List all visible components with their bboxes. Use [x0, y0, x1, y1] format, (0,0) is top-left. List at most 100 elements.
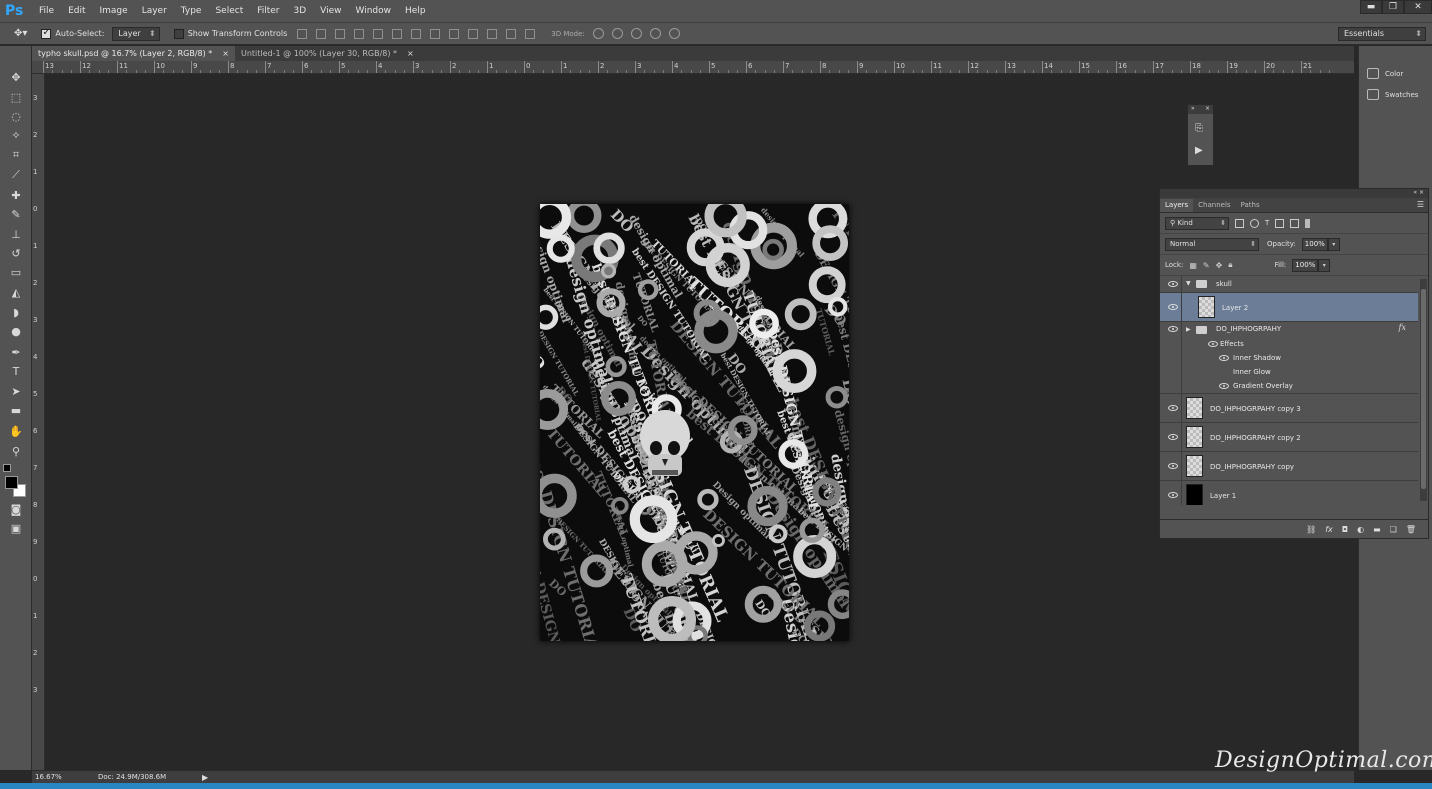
history-icon[interactable]: ⎘ — [1195, 123, 1203, 134]
filter-kind-dropdown[interactable]: ⚲ Kind — [1165, 216, 1229, 230]
play-action-icon[interactable]: ▶ — [1195, 145, 1203, 156]
menu-type[interactable]: Type — [174, 6, 209, 16]
color-panel-button[interactable]: Color — [1367, 68, 1403, 79]
expand-triangle-icon[interactable]: ▼ — [1186, 280, 1191, 287]
visibility-eye-icon[interactable] — [1168, 405, 1178, 411]
effect-inner-glow-row[interactable]: Inner Glow — [1160, 365, 1418, 379]
menu-edit[interactable]: Edit — [61, 6, 92, 16]
fx-badge[interactable]: fx — [1399, 323, 1406, 332]
visibility-eye-icon[interactable] — [1168, 492, 1178, 498]
menu-file[interactable]: File — [32, 6, 61, 16]
quick-selection-tool-icon[interactable]: ✧ — [7, 128, 25, 144]
distribute-hcenter-icon[interactable] — [487, 28, 498, 39]
auto-select-check-icon[interactable] — [41, 27, 52, 39]
dodge-tool-icon[interactable]: ● — [7, 324, 25, 340]
opacity-arrow-icon[interactable]: ▾ — [1327, 237, 1340, 251]
marquee-tool-icon[interactable]: ⬚ — [7, 90, 25, 106]
layer-row-do-copy-3[interactable]: DO_IHPHOGRPAHY copy 3 — [1160, 394, 1418, 423]
eyedropper-tool-icon[interactable]: ⟋ — [7, 167, 25, 183]
layer-row-skull[interactable]: ▼ skull — [1160, 275, 1418, 293]
restore-button[interactable]: ❐ — [1382, 0, 1404, 14]
menu-help[interactable]: Help — [398, 6, 433, 16]
path-selection-tool-icon[interactable]: ➤ — [7, 384, 25, 400]
swatches-panel-button[interactable]: Swatches — [1367, 89, 1418, 100]
show-transform-check-icon[interactable] — [173, 28, 184, 39]
menu-3d[interactable]: 3D — [287, 6, 314, 16]
effect-eye-icon[interactable] — [1219, 355, 1229, 361]
blend-mode-dropdown[interactable]: Normal — [1165, 237, 1259, 251]
document-size-info[interactable]: Doc: 24.9M/308.6M — [98, 773, 198, 781]
3d-rotate-icon[interactable] — [592, 28, 604, 39]
menu-window[interactable]: Window — [349, 6, 399, 16]
healing-brush-tool-icon[interactable]: ✚ — [7, 188, 25, 204]
link-layers-icon[interactable]: ⛓ — [1306, 525, 1316, 534]
show-transform-controls-checkbox[interactable]: Show Transform Controls — [173, 28, 287, 39]
layer-row-layer-1[interactable]: Layer 1 — [1160, 481, 1418, 505]
lock-transparent-icon[interactable]: ▦ — [1189, 261, 1197, 270]
rectangle-tool-icon[interactable]: ▬ — [7, 403, 25, 419]
type-filter-icon[interactable]: T — [1265, 219, 1269, 227]
workspace-dropdown[interactable]: Essentials — [1338, 27, 1426, 41]
quick-mask-icon[interactable]: ◙ — [7, 502, 25, 518]
align-top-icon[interactable] — [297, 28, 308, 39]
effect-gradient-overlay-row[interactable]: Gradient Overlay — [1160, 379, 1418, 394]
new-adjustment-layer-icon[interactable]: ◐ — [1357, 525, 1364, 534]
lock-position-icon[interactable]: ✥ — [1216, 261, 1223, 270]
visibility-eye-icon[interactable] — [1168, 281, 1178, 287]
collapse-icon[interactable]: » — [1191, 105, 1195, 114]
effect-eye-icon[interactable] — [1219, 383, 1229, 389]
menu-filter[interactable]: Filter — [250, 6, 286, 16]
new-group-icon[interactable]: ▬ — [1373, 525, 1381, 534]
visibility-eye-icon[interactable] — [1168, 326, 1178, 332]
tab-channels[interactable]: Channels — [1193, 199, 1235, 212]
move-tool-icon[interactable]: ✥ — [7, 70, 25, 86]
document-tab-untitled-1[interactable]: Untitled-1 @ 100% (Layer 30, RGB/8) * × — [235, 46, 420, 61]
eraser-tool-icon[interactable]: ▭ — [7, 265, 25, 281]
tab-close-icon[interactable]: × — [222, 46, 229, 61]
fill-arrow-icon[interactable]: ▾ — [1318, 258, 1331, 272]
zoom-level-field[interactable]: 16.67% — [32, 773, 68, 781]
blur-tool-icon[interactable]: ◗ — [7, 305, 25, 321]
brush-tool-icon[interactable]: ✎ — [7, 207, 25, 223]
3d-pan-icon[interactable] — [630, 28, 642, 39]
screen-mode-icon[interactable]: ▣ — [7, 521, 25, 537]
layer-row-layer-2[interactable]: Layer 2 — [1160, 293, 1418, 322]
panel-collapse-icon[interactable]: « × — [1413, 189, 1424, 198]
filter-toggle-icon[interactable] — [1305, 218, 1311, 228]
visibility-eye-icon[interactable] — [1168, 463, 1178, 469]
smart-object-filter-icon[interactable] — [1290, 218, 1300, 228]
visibility-eye-icon[interactable] — [1168, 434, 1178, 440]
add-mask-icon[interactable]: ◘ — [1342, 525, 1348, 534]
visibility-eye-icon[interactable] — [1168, 304, 1178, 310]
document-tab-typho-skull[interactable]: typho skull.psd @ 16.7% (Layer 2, RGB/8)… — [32, 46, 235, 61]
crop-tool-icon[interactable]: ⌗ — [7, 147, 25, 163]
align-left-icon[interactable] — [354, 28, 365, 39]
auto-align-icon[interactable] — [525, 28, 536, 39]
distribute-vcenter-icon[interactable] — [430, 28, 441, 39]
auto-select-target-dropdown[interactable]: Layer — [112, 26, 160, 41]
fill-input[interactable]: 100% — [1292, 258, 1319, 272]
align-vcenter-icon[interactable] — [316, 28, 327, 39]
3d-roll-icon[interactable] — [611, 28, 623, 39]
zoom-tool-icon[interactable]: ⚲ — [7, 444, 25, 460]
distribute-right-icon[interactable] — [506, 28, 517, 39]
paint-bucket-tool-icon[interactable]: ◭ — [7, 285, 25, 301]
lock-all-icon[interactable]: 🔒︎ — [1228, 260, 1232, 270]
auto-select-checkbox[interactable]: Auto-Select: — [41, 27, 104, 39]
close-window-button[interactable]: ✕ — [1404, 0, 1432, 14]
shape-filter-icon[interactable] — [1275, 218, 1285, 228]
clone-stamp-tool-icon[interactable]: ⊥ — [7, 227, 25, 243]
layer-row-do-copy[interactable]: DO_IHPHOGRPAHY copy — [1160, 452, 1418, 481]
align-right-icon[interactable] — [392, 28, 403, 39]
menu-view[interactable]: View — [313, 6, 348, 16]
3d-scale-icon[interactable] — [668, 28, 680, 39]
expand-triangle-icon[interactable]: ▶ — [1186, 326, 1191, 333]
new-layer-icon[interactable]: ❏ — [1390, 525, 1397, 534]
status-menu-arrow-icon[interactable]: ▶ — [202, 773, 208, 782]
opacity-input[interactable]: 100% — [1301, 237, 1328, 251]
document-canvas[interactable]: DESIGN TUTORIAL best DESIGN TUTORIAL TUTOR… — [540, 204, 849, 641]
effects-eye-icon[interactable] — [1208, 341, 1218, 347]
ruler-horizontal[interactable]: 13 12 11 10 9 8 7 6 5 4 3 2 1 0 1 2 3 4 5 6 7 8 9 10 11 12 13 14 15 1… — [32, 61, 1354, 74]
effect-inner-shadow-row[interactable]: Inner Shadow — [1160, 351, 1418, 365]
effects-row[interactable]: Effects — [1160, 337, 1418, 351]
